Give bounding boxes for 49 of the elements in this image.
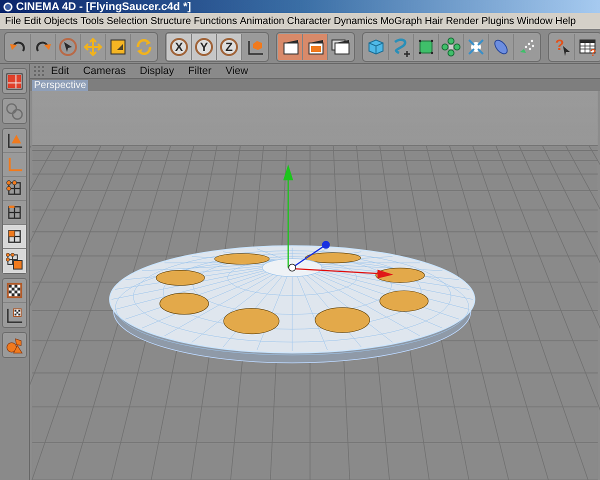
grip-icon[interactable] <box>34 66 44 76</box>
select-button[interactable] <box>56 34 81 60</box>
flower-icon <box>441 36 461 56</box>
menu-item[interactable]: Functions <box>194 14 238 28</box>
move-icon <box>83 36 103 56</box>
menu-item[interactable]: Render <box>446 14 479 28</box>
cursor-icon <box>58 36 78 56</box>
menu-item[interactable]: Dynamics <box>334 14 378 28</box>
clapper-stack-icon <box>330 36 350 56</box>
uv-points-icon <box>5 252 24 270</box>
pivot-handle[interactable] <box>288 264 296 272</box>
viewport-menu-item[interactable]: View <box>218 65 256 77</box>
axis-lock-button[interactable]: Y <box>192 34 217 60</box>
axis-lock-button[interactable]: Z <box>217 34 242 60</box>
app-icon <box>3 2 13 12</box>
menu-item[interactable]: Edit <box>24 14 42 28</box>
viewport-menu-item[interactable]: Display <box>132 65 182 77</box>
cube-icon <box>366 36 386 56</box>
viewport-menu-item[interactable]: Cameras <box>76 65 133 77</box>
menu-item[interactable]: Help <box>555 14 576 28</box>
camera-label: Perspective <box>32 80 88 90</box>
menu-item[interactable]: Objects <box>44 14 78 28</box>
clapper-window-button[interactable] <box>303 34 328 60</box>
scale-icon <box>108 36 128 56</box>
menu-item[interactable]: Character <box>287 14 331 28</box>
menu-item[interactable]: File <box>5 14 22 28</box>
edges-icon <box>5 203 24 222</box>
viewport-menu-item[interactable]: Edit <box>44 65 76 77</box>
clapper-button[interactable] <box>278 34 303 60</box>
uv-mode-button[interactable] <box>3 249 26 273</box>
viewport-menu-item[interactable]: Filter <box>181 65 218 77</box>
arrows-in-icon <box>466 36 486 56</box>
polygons-icon <box>5 227 24 246</box>
points-icon <box>5 179 24 198</box>
object-axis-icon <box>5 131 24 150</box>
polygons-mode-button[interactable] <box>3 225 26 249</box>
menu-item[interactable]: Animation <box>240 14 284 28</box>
menu-item[interactable]: Plugins <box>481 14 514 28</box>
menu-item[interactable]: Hair <box>424 14 444 28</box>
axis-lock-button[interactable]: X <box>167 34 192 60</box>
window-title: CINEMA 4D - [FlyingSaucer.c4d *] <box>16 0 192 12</box>
menu-item[interactable]: MoGraph <box>380 14 422 28</box>
checker-icon <box>5 281 24 300</box>
menu-item[interactable]: Selection <box>106 14 148 28</box>
menu-item[interactable]: Window <box>516 14 552 28</box>
checker-axis-icon <box>5 306 24 324</box>
menu-item[interactable]: Tools <box>80 14 104 28</box>
menu-item[interactable]: Structure <box>150 14 192 28</box>
flower-button[interactable] <box>439 34 464 60</box>
